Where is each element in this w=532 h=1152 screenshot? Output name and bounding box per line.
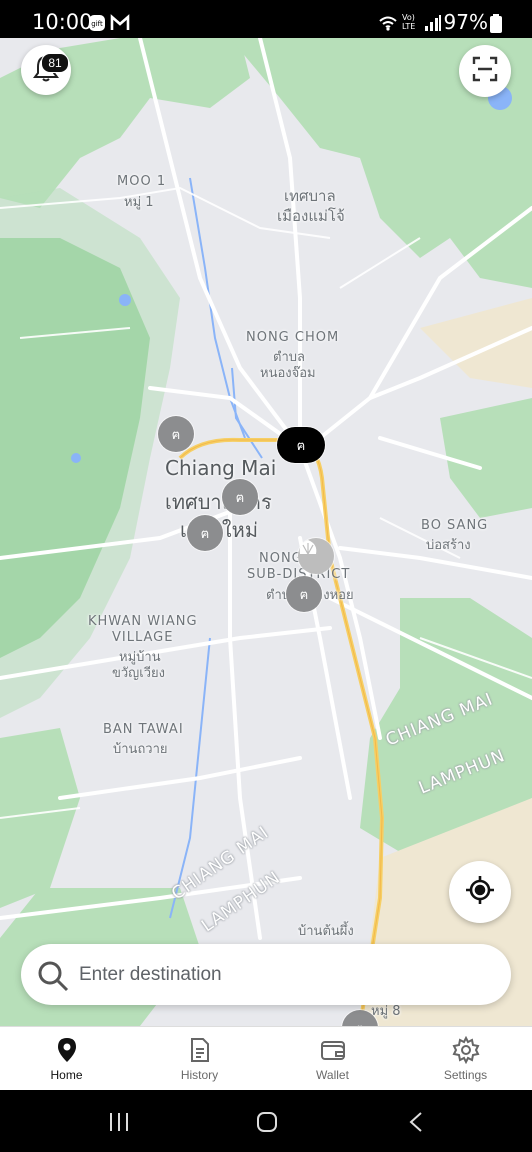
gmail-icon	[110, 14, 130, 32]
map-label-moo1-th: หมู่ 1	[124, 195, 154, 210]
station-pin-glyph: ฅ	[356, 1018, 365, 1027]
map-label-bo-sang-th: บ่อสร้าง	[426, 538, 471, 553]
map-label-ban-ton-phueng: บ้านต้นผึ้ง	[298, 924, 354, 939]
map-label-mae-jo-2: เมืองแม่โจ้	[277, 207, 345, 225]
scan-icon	[472, 56, 498, 87]
station-pin-glyph: ฅ	[296, 437, 306, 453]
station-pin-glyph: ฅ	[299, 586, 309, 602]
wifi-icon	[378, 15, 398, 36]
map-label-chiang-mai: Chiang Mai	[165, 456, 277, 480]
shell-station-pin[interactable]	[298, 538, 334, 574]
battery-percent: 97%	[443, 10, 488, 34]
station-pin-glyph: ฅ	[235, 489, 245, 505]
map-label-moo1: MOO 1	[117, 174, 167, 189]
station-pin-3[interactable]: ฅ	[187, 515, 223, 551]
map-label-bo-sang: BO SANG	[421, 518, 489, 533]
gift-icon: gift	[88, 14, 106, 32]
gear-icon	[452, 1035, 480, 1065]
station-pin-glyph: ฅ	[200, 525, 210, 541]
map-label-nong-chom: NONG CHOM	[246, 330, 340, 345]
nav-history-label: History	[180, 1068, 219, 1082]
map-label-nong: NONG	[259, 551, 303, 566]
nav-home[interactable]: Home	[0, 1027, 133, 1091]
map-label-village: VILLAGE	[112, 630, 174, 645]
crosshair-icon	[465, 875, 495, 910]
station-pin-glyph: ฅ	[171, 426, 181, 442]
map-label-ban-tawai: BAN TAWAI	[103, 722, 184, 737]
map-label-nong-chom-th2: หนองจ๊อม	[260, 366, 316, 381]
search-placeholder[interactable]: Enter destination	[79, 964, 222, 986]
recent-apps-icon[interactable]	[108, 1112, 130, 1137]
status-time: 10:00	[32, 10, 93, 34]
destination-search[interactable]: Enter destination	[21, 944, 511, 1005]
map-label-khwan-wiang: KHWAN WIANG	[88, 614, 198, 629]
notification-count-badge: 81	[41, 53, 69, 73]
station-pin-1[interactable]: ฅ	[158, 416, 194, 452]
my-location-button[interactable]	[449, 861, 511, 923]
scan-button[interactable]	[459, 45, 511, 97]
document-icon	[186, 1036, 214, 1064]
nav-wallet[interactable]: Wallet	[266, 1027, 399, 1091]
nav-settings[interactable]: Settings	[399, 1027, 532, 1091]
nav-home-label: Home	[50, 1068, 83, 1082]
volte-icon: Vo) LTE	[402, 13, 416, 31]
search-icon	[37, 960, 69, 992]
station-pin-4[interactable]: ฅ	[286, 576, 322, 612]
station-pin-selected[interactable]: ฅ	[277, 427, 325, 463]
battery-icon	[490, 14, 502, 39]
home-icon[interactable]	[256, 1112, 278, 1137]
bottom-navigation: Home History Wallet Settings	[0, 1026, 532, 1091]
wallet-icon	[319, 1036, 347, 1064]
location-pin-icon	[53, 1036, 81, 1064]
nav-history[interactable]: History	[133, 1027, 266, 1091]
station-pin-2[interactable]: ฅ	[222, 479, 258, 515]
nav-wallet-label: Wallet	[316, 1068, 349, 1082]
map-label-khwan-th2: ขวัญเวียง	[112, 666, 165, 681]
nav-settings-label: Settings	[443, 1068, 488, 1082]
svg-text:gift: gift	[91, 20, 103, 28]
back-icon[interactable]	[408, 1112, 424, 1137]
system-navigation-bar	[0, 1090, 532, 1152]
map-label-ban-tawai-th: บ้านถวาย	[113, 742, 168, 757]
signal-icon	[424, 14, 442, 37]
